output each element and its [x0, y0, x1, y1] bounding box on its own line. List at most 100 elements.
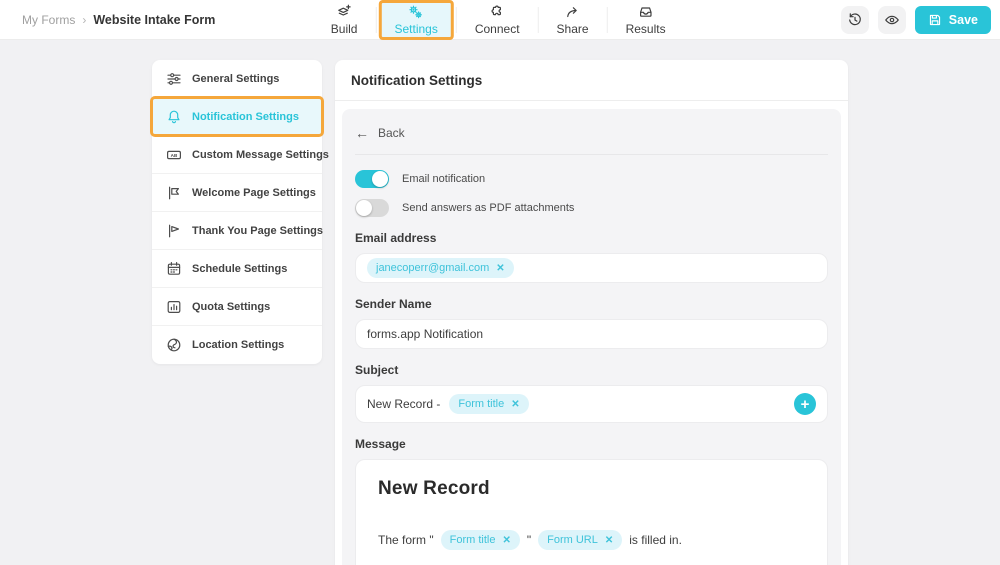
add-field-button[interactable]: + — [794, 393, 816, 415]
gears-icon — [408, 5, 424, 20]
form-title-tag: Form title ✕ — [440, 530, 520, 550]
message-text-mid: " — [526, 533, 532, 547]
message-heading: New Record — [378, 478, 490, 499]
tab-connect[interactable]: Connect — [461, 2, 534, 38]
sender-name-value: forms.app Notification — [367, 327, 484, 341]
remove-tag-icon[interactable]: ✕ — [605, 535, 613, 546]
back-arrow-icon: ← — [355, 125, 369, 141]
inbox-icon — [638, 5, 654, 20]
email-tag-value: janecoperr@gmail.com — [376, 262, 490, 274]
form-url-tag-value: Form URL — [547, 534, 598, 546]
history-button[interactable] — [840, 5, 869, 34]
subject-input[interactable]: New Record - Form title ✕ + — [355, 385, 828, 423]
flag-left-icon — [165, 184, 182, 201]
sidebar-item-custom-message-settings[interactable]: AB Custom Message Settings — [152, 136, 329, 174]
divider — [355, 154, 828, 155]
calendar-icon — [165, 260, 182, 277]
sliders-icon — [165, 70, 182, 87]
message-text-after: is filled in. — [629, 533, 682, 547]
tab-settings[interactable]: Settings — [378, 0, 455, 40]
subject-label: Subject — [355, 363, 399, 377]
sender-name-label: Sender Name — [355, 297, 432, 311]
sidebar-item-quota-settings[interactable]: Quota Settings — [152, 288, 322, 326]
sender-name-input[interactable]: forms.app Notification — [355, 319, 828, 349]
puzzle-icon — [489, 5, 505, 20]
tab-results[interactable]: Results — [612, 2, 680, 38]
email-address-label: Email address — [355, 231, 437, 245]
tab-label: Results — [625, 21, 666, 36]
email-notification-toggle[interactable] — [355, 170, 389, 188]
breadcrumb-parent[interactable]: My Forms — [22, 13, 75, 27]
sidebar-item-welcome-page-settings[interactable]: Welcome Page Settings — [152, 174, 322, 212]
settings-sidebar: General Settings Notification Settings A… — [150, 60, 329, 364]
remove-tag-icon[interactable]: ✕ — [496, 263, 504, 274]
message-label: Message — [355, 437, 406, 451]
content-area: General Settings Notification Settings A… — [0, 40, 1000, 565]
topbar: My Forms › Website Intake Form Build Set… — [0, 0, 1000, 40]
sidebar-item-thank-you-page-settings[interactable]: Thank You Page Settings — [152, 212, 324, 250]
form-title-tag-value: Form title — [449, 534, 496, 546]
pdf-attachments-toggle[interactable] — [355, 199, 389, 217]
toggle-knob — [372, 171, 388, 187]
sidebar-item-notification-settings[interactable]: Notification Settings — [150, 96, 324, 137]
tab-divider — [375, 7, 377, 33]
back-label: Back — [378, 126, 405, 140]
sidebar-item-label: General Settings — [192, 72, 280, 85]
sidebar-item-label: Notification Settings — [192, 110, 299, 123]
sidebar-item-location-settings[interactable]: Location Settings — [152, 326, 322, 364]
bell-icon — [165, 108, 182, 125]
main-tabs: Build Settings Connect Share Results — [317, 0, 680, 40]
message-editor[interactable]: New Record The form " Form title ✕ " For… — [355, 459, 828, 565]
save-button[interactable]: Save — [914, 5, 991, 34]
preview-button[interactable] — [877, 5, 906, 34]
tab-divider — [455, 7, 457, 33]
text-box-icon: AB — [165, 146, 182, 163]
sidebar-item-label: Welcome Page Settings — [192, 186, 316, 199]
remove-tag-icon[interactable]: ✕ — [502, 535, 510, 546]
sidebar-item-schedule-settings[interactable]: Schedule Settings — [152, 250, 322, 288]
sidebar-item-general-settings[interactable]: General Settings — [152, 60, 322, 98]
panel-header: Notification Settings — [335, 60, 848, 100]
tab-label: Share — [556, 21, 589, 36]
email-tag: janecoperr@gmail.com ✕ — [367, 258, 514, 278]
save-label: Save — [948, 12, 978, 27]
form-title-tag: Form title ✕ — [449, 394, 529, 414]
toggle-label: Email notification — [402, 173, 486, 185]
form-url-tag: Form URL ✕ — [538, 530, 623, 550]
breadcrumb: My Forms › Website Intake Form — [0, 13, 215, 27]
share-arrow-icon — [565, 5, 581, 20]
layers-plus-icon — [336, 4, 352, 20]
message-text-before: The form " — [378, 533, 434, 547]
topbar-actions: Save — [840, 5, 1000, 34]
email-address-input[interactable]: janecoperr@gmail.com ✕ — [355, 253, 828, 283]
svg-text:AB: AB — [170, 153, 177, 158]
breadcrumb-current: Website Intake Form — [93, 12, 216, 27]
divider — [335, 100, 848, 101]
tab-label: Settings — [394, 21, 438, 36]
notification-form: ← Back Email notification Send answers a… — [342, 109, 841, 565]
sidebar-item-label: Thank You Page Settings — [192, 224, 324, 237]
tab-share[interactable]: Share — [543, 2, 603, 38]
globe-icon — [165, 337, 182, 354]
floppy-icon — [928, 13, 942, 27]
tab-divider — [537, 7, 539, 33]
email-notification-row: Email notification — [355, 170, 828, 188]
tab-label: Connect — [474, 21, 520, 36]
tab-build[interactable]: Build — [317, 2, 372, 38]
sidebar-item-label: Schedule Settings — [192, 262, 288, 275]
breadcrumb-separator-icon: › — [82, 12, 87, 27]
form-title-tag-value: Form title — [458, 398, 505, 410]
sidebar-item-label: Location Settings — [192, 339, 285, 351]
sidebar-item-label: Custom Message Settings — [192, 148, 329, 161]
history-icon — [847, 12, 863, 28]
eye-icon — [884, 12, 900, 28]
notification-settings-panel: Notification Settings ← Back Email notif… — [335, 60, 848, 565]
tab-divider — [606, 7, 608, 33]
toggle-label: Send answers as PDF attachments — [402, 202, 575, 214]
back-button[interactable]: ← Back — [355, 122, 828, 154]
subject-text: New Record - — [367, 397, 441, 411]
remove-tag-icon[interactable]: ✕ — [511, 399, 519, 410]
flag-right-icon — [165, 222, 182, 239]
toggle-knob — [356, 200, 372, 216]
tab-label: Build — [330, 21, 358, 36]
